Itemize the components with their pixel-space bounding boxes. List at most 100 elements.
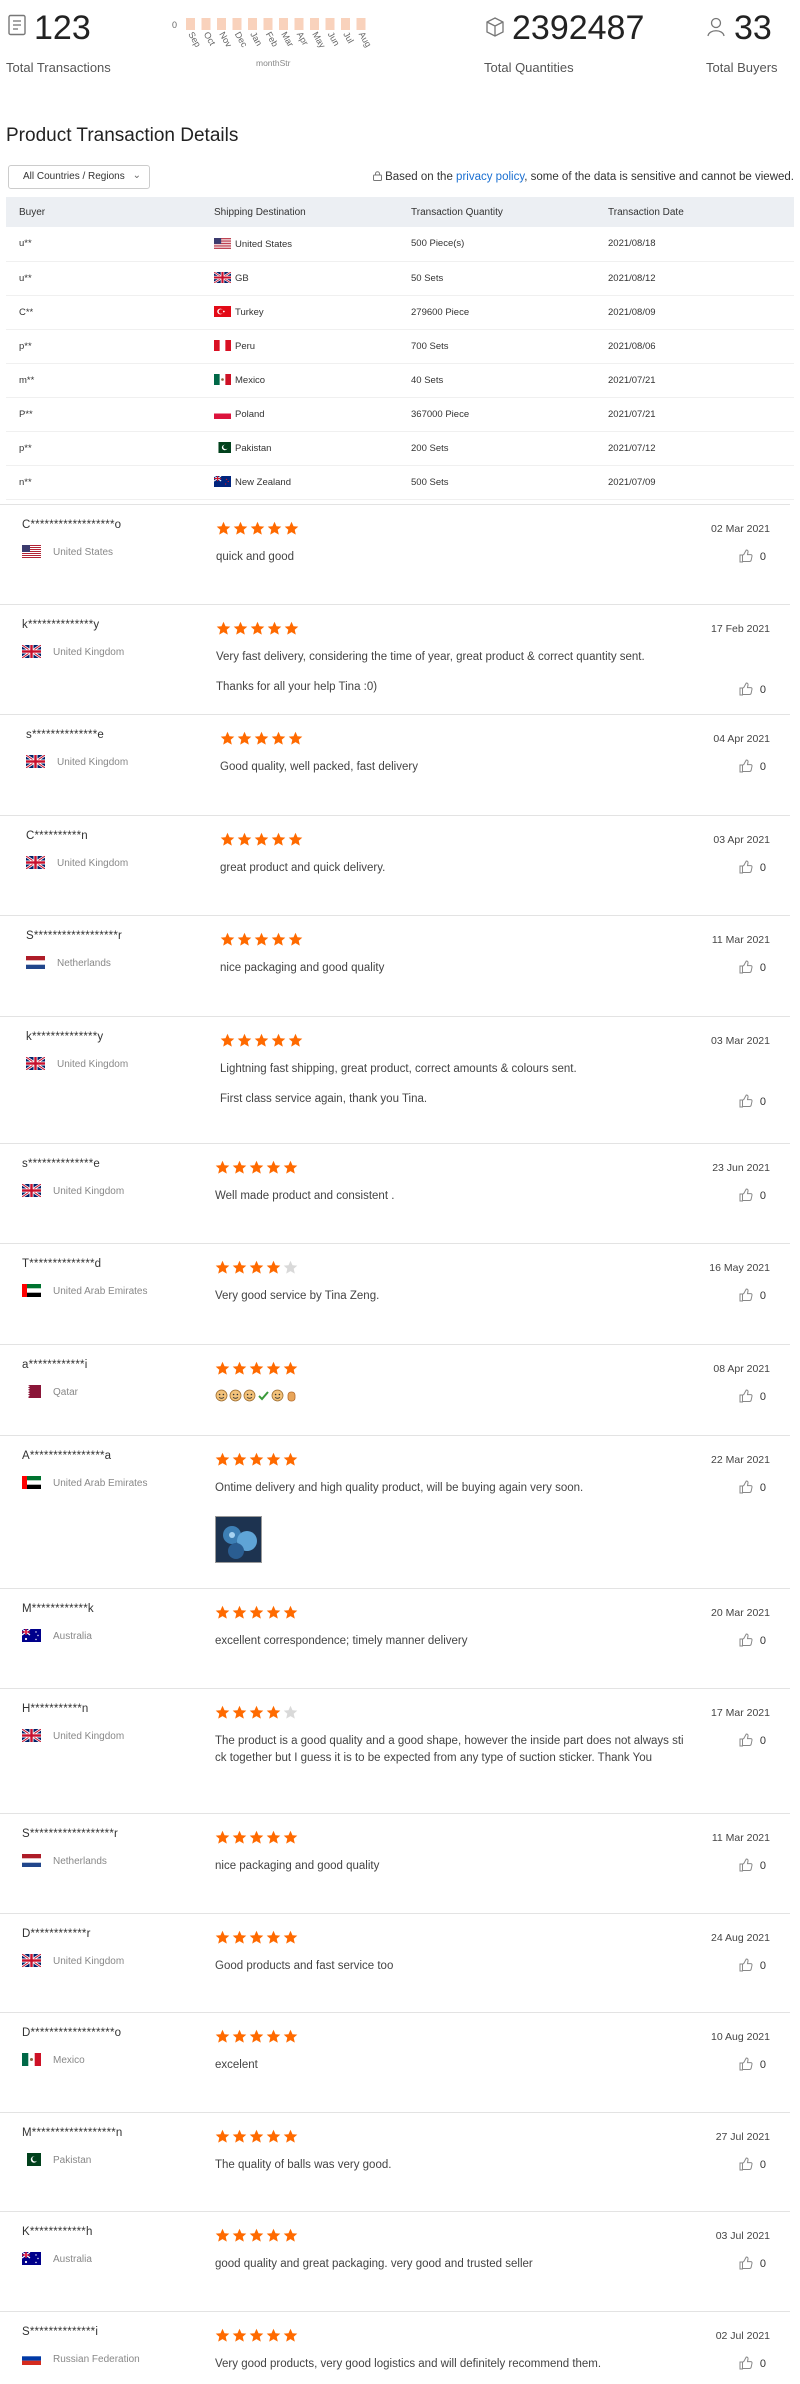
rating-stars bbox=[220, 932, 305, 948]
helpful-button[interactable]: 0 bbox=[739, 1733, 766, 1747]
document-icon bbox=[8, 14, 26, 36]
review-photo[interactable] bbox=[215, 1516, 262, 1563]
monthly-transactions-chart: 0 SepOct NovDecJan Feb Mar Apr MayJun Jul Aug mon… bbox=[172, 18, 374, 68]
review-item: C******************o United States quick a… bbox=[0, 504, 790, 604]
star-filled-icon bbox=[216, 521, 231, 535]
review-text: Thanks for all your help Tina :0) bbox=[216, 681, 378, 693]
reviewer-name: M******************n bbox=[22, 2127, 123, 2139]
helpful-count: 0 bbox=[759, 2159, 766, 2171]
face-emoji-icon bbox=[215, 1389, 228, 1402]
helpful-button[interactable]: 0 bbox=[739, 1633, 766, 1647]
star-filled-icon bbox=[215, 1160, 230, 1174]
column-header-date: Transaction Date bbox=[595, 197, 794, 227]
star-filled-icon bbox=[215, 2129, 230, 2143]
rating-stars bbox=[215, 1260, 300, 1276]
chart-bar bbox=[201, 18, 211, 30]
user-icon bbox=[707, 17, 725, 37]
stats-header: 123 Total Transactions 0 Sep Oct Nov Dec Jan F… bbox=[0, 0, 800, 90]
helpful-count: 0 bbox=[759, 761, 766, 773]
helpful-button[interactable]: 0 bbox=[739, 1858, 766, 1872]
helpful-button[interactable]: 0 bbox=[739, 2157, 766, 2171]
reviewer-country-name: United Kingdom bbox=[53, 1956, 125, 1967]
section-title: Product Transaction Details bbox=[6, 125, 239, 146]
review-date: 04 Apr 2021 bbox=[713, 733, 770, 745]
helpful-button[interactable]: 0 bbox=[739, 1188, 766, 1202]
destination-name: Peru bbox=[235, 341, 256, 352]
flag-ae-icon bbox=[22, 1284, 41, 1297]
table-row: P** Poland 367000 Piece 2021/07/21 bbox=[6, 397, 794, 432]
rating-stars bbox=[220, 1033, 305, 1049]
helpful-button[interactable]: 0 bbox=[739, 1094, 766, 1108]
star-filled-icon bbox=[232, 1361, 247, 1375]
star-filled-icon bbox=[266, 1930, 281, 1944]
chart-bar bbox=[186, 18, 195, 30]
review-date: 03 Apr 2021 bbox=[713, 834, 770, 846]
quantity-cell: 500 Piece(s) bbox=[398, 227, 595, 262]
helpful-count: 0 bbox=[759, 1482, 766, 1494]
helpful-button[interactable]: 0 bbox=[739, 860, 766, 874]
star-filled-icon bbox=[237, 832, 252, 846]
thumbs-up-icon bbox=[739, 2157, 753, 2171]
reviewer-country: Qatar bbox=[22, 1385, 78, 1398]
flag-pe-icon bbox=[214, 340, 231, 351]
helpful-button[interactable]: 0 bbox=[739, 682, 766, 696]
chart-bar bbox=[341, 18, 350, 30]
reviewer-country-name: United Kingdom bbox=[53, 1186, 125, 1197]
face-emoji-icon bbox=[229, 1389, 242, 1402]
star-filled-icon bbox=[220, 932, 235, 946]
helpful-button[interactable]: 0 bbox=[739, 1480, 766, 1494]
helpful-count: 0 bbox=[759, 2059, 766, 2071]
lock-icon bbox=[373, 171, 383, 181]
star-filled-icon bbox=[254, 731, 269, 745]
chart-bar bbox=[325, 18, 335, 30]
helpful-button[interactable]: 0 bbox=[739, 1389, 766, 1403]
x-axis-label: monthStr bbox=[256, 58, 291, 68]
review-date: 17 Mar 2021 bbox=[711, 1707, 770, 1719]
flag-gb-icon bbox=[22, 645, 41, 658]
x-tick-label: Jun bbox=[326, 30, 342, 48]
review-body: excellent correspondence; timely manner … bbox=[215, 1633, 693, 1650]
destination-cell: United States bbox=[201, 227, 398, 262]
thumbs-up-icon bbox=[739, 860, 753, 874]
helpful-button[interactable]: 0 bbox=[739, 2356, 766, 2370]
star-filled-icon bbox=[271, 932, 286, 946]
quantity-cell: 279600 Piece bbox=[398, 295, 595, 330]
review-item: S******************r Netherlands nice pack… bbox=[0, 915, 790, 1016]
review-body: Very good service by Tina Zeng. bbox=[215, 1288, 693, 1305]
star-filled-icon bbox=[284, 521, 299, 535]
star-filled-icon bbox=[284, 621, 299, 635]
privacy-policy-link[interactable]: privacy policy bbox=[456, 171, 524, 183]
destination-name: Poland bbox=[235, 409, 265, 420]
review-text: nice packaging and good quality bbox=[220, 962, 385, 974]
reviewer-country: United Kingdom bbox=[26, 1057, 128, 1070]
star-filled-icon bbox=[283, 2328, 298, 2342]
helpful-button[interactable]: 0 bbox=[739, 549, 766, 563]
review-date: 03 Jul 2021 bbox=[715, 2230, 770, 2242]
country-filter-dropdown[interactable]: All Countries / Regions ⌄ bbox=[8, 165, 150, 189]
buyer-cell: n** bbox=[6, 465, 201, 500]
helpful-button[interactable]: 0 bbox=[739, 1288, 766, 1302]
x-tick-label: Aug bbox=[357, 30, 374, 49]
helpful-button[interactable]: 0 bbox=[739, 1958, 766, 1972]
review-date: 23 Jun 2021 bbox=[712, 1162, 770, 1174]
thumbs-up-icon bbox=[739, 1480, 753, 1494]
helpful-button[interactable]: 0 bbox=[739, 960, 766, 974]
helpful-button[interactable]: 0 bbox=[739, 2256, 766, 2270]
review-text: The product is a good quality and a good… bbox=[215, 1735, 684, 1764]
review-date: 02 Jul 2021 bbox=[715, 2330, 770, 2342]
reviewer-country-name: United Kingdom bbox=[53, 647, 125, 658]
review-date: 08 Apr 2021 bbox=[713, 1363, 770, 1375]
x-tick-label: Feb bbox=[264, 30, 280, 48]
column-header-destination: Shipping Destination bbox=[201, 197, 398, 227]
review-date: 24 Aug 2021 bbox=[711, 1932, 770, 1944]
review-text: Ontime delivery and high quality product… bbox=[215, 1482, 584, 1494]
review-text: The quality of balls was very good. bbox=[215, 2159, 392, 2171]
stat-total-transactions: 123 bbox=[34, 8, 91, 48]
destination-name: Pakistan bbox=[235, 443, 272, 454]
helpful-button[interactable]: 0 bbox=[739, 2057, 766, 2071]
reviewer-name: k**************y bbox=[22, 619, 100, 631]
reviewer-name: T**************d bbox=[22, 1258, 102, 1270]
helpful-button[interactable]: 0 bbox=[739, 759, 766, 773]
reviewer-country-name: Netherlands bbox=[57, 958, 111, 969]
helpful-count: 0 bbox=[759, 1735, 766, 1747]
